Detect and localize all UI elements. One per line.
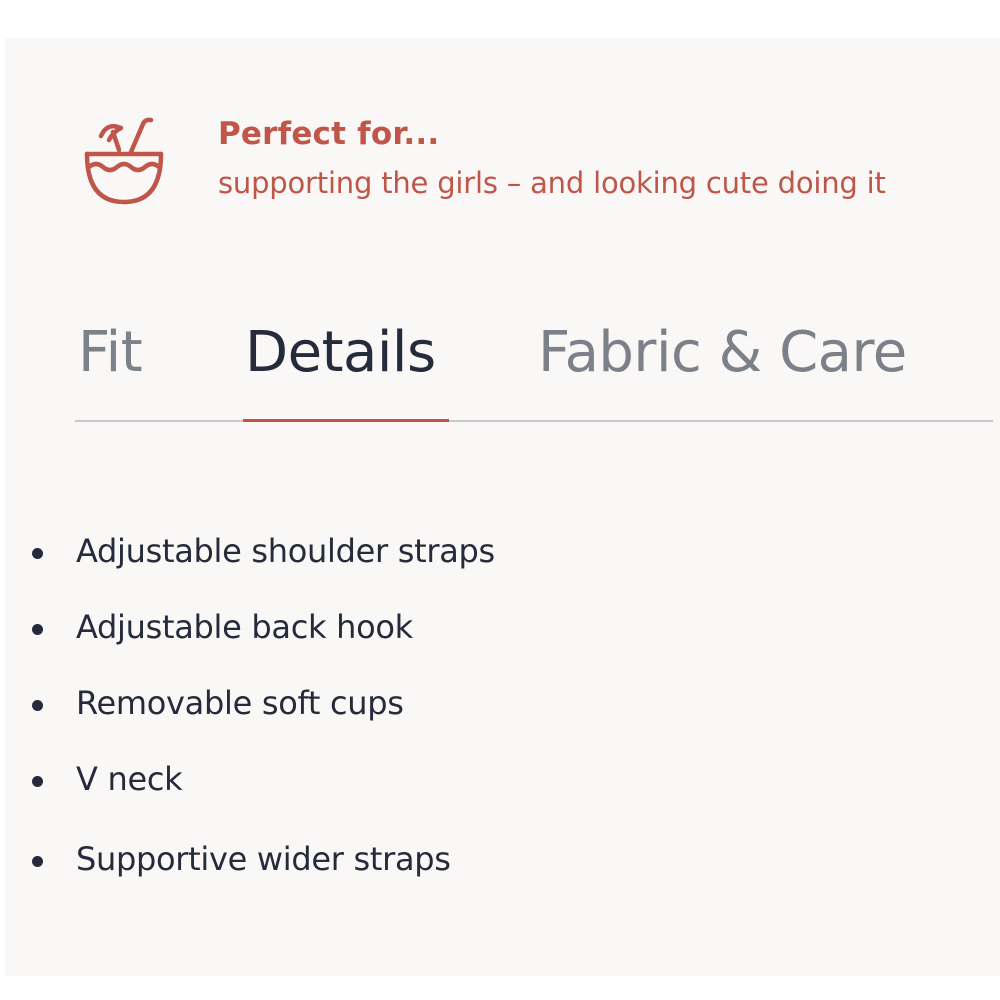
tab-fit[interactable]: Fit — [75, 308, 185, 420]
list-item: Supportive wider straps — [5, 836, 905, 884]
bullet-icon — [32, 776, 43, 787]
tab-details[interactable]: Details — [243, 308, 449, 420]
bullet-icon — [32, 856, 43, 867]
bullet-icon — [32, 700, 43, 711]
bullet-icon — [32, 548, 43, 559]
tab-fit-label: Fit — [78, 320, 143, 385]
active-tab-indicator — [243, 419, 449, 422]
perfect-for-title: Perfect for... — [218, 116, 440, 152]
list-item: Adjustable back hook — [5, 604, 905, 652]
list-item-text: V neck — [76, 760, 183, 798]
list-item-text: Removable soft cups — [76, 684, 404, 722]
bullet-icon — [32, 624, 43, 635]
list-item: Adjustable shoulder straps — [5, 528, 905, 576]
tab-fabric-care[interactable]: Fabric & Care — [535, 308, 935, 420]
tabs-divider — [75, 420, 993, 422]
perfect-for-banner: Perfect for... supporting the girls – an… — [5, 38, 1000, 238]
coconut-drink-icon — [79, 114, 169, 206]
list-item-text: Supportive wider straps — [76, 840, 451, 878]
list-item-text: Adjustable shoulder straps — [76, 532, 495, 570]
tab-details-label: Details — [245, 320, 436, 385]
list-item-text: Adjustable back hook — [76, 608, 413, 646]
product-tabs: Fit Details Fabric & Care — [75, 308, 993, 423]
perfect-for-subtitle: supporting the girls – and looking cute … — [218, 166, 886, 200]
tab-fabric-care-label: Fabric & Care — [538, 320, 907, 385]
list-item: Removable soft cups — [5, 680, 905, 728]
product-info-panel: Perfect for... supporting the girls – an… — [5, 38, 1000, 976]
list-item: V neck — [5, 756, 905, 804]
